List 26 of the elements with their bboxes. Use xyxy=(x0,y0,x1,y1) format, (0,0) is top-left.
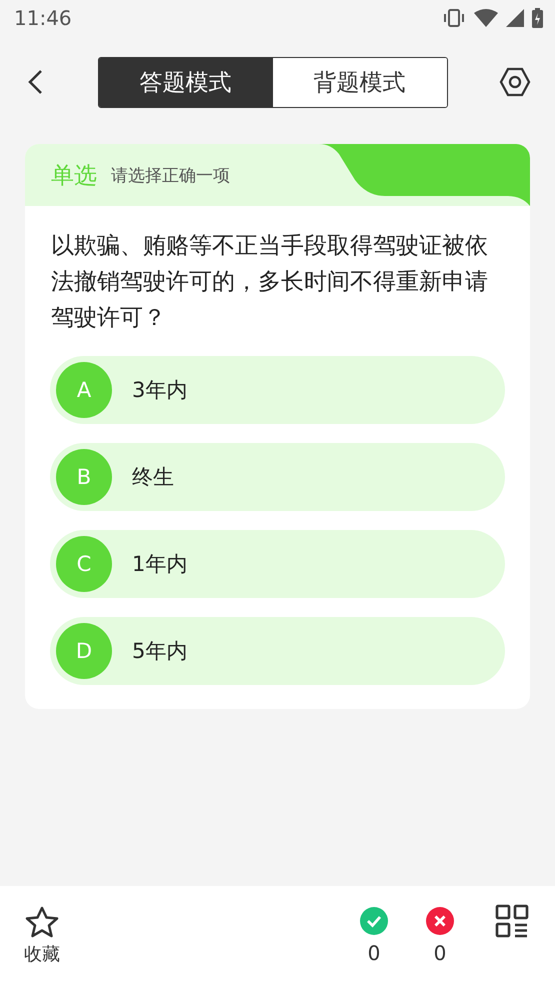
battery-icon xyxy=(532,8,543,28)
question-hint: 请选择正确一项 xyxy=(111,164,230,186)
question-type: 单选 xyxy=(51,162,97,190)
status-time: 11:46 xyxy=(14,6,72,30)
correct-count: 0 xyxy=(368,941,380,965)
wifi-icon xyxy=(474,9,498,27)
signal-icon xyxy=(506,9,524,27)
correct-icon xyxy=(360,907,388,935)
wrong-icon xyxy=(426,907,454,935)
question-text: 以欺骗、贿赂等不正当手段取得驾驶证被依法撤销驾驶许可的，多长时间不得重新申请驾驶许可？ xyxy=(50,232,489,333)
answer-option[interactable]: B 终生 xyxy=(50,443,505,511)
option-letter: D xyxy=(56,623,112,679)
option-letter: B xyxy=(56,449,112,505)
answer-option[interactable]: C 1年内 xyxy=(50,530,505,598)
answer-option[interactable]: D 5年内 xyxy=(50,617,505,685)
mode-tab[interactable]: 答题模式 xyxy=(98,58,272,106)
star-icon xyxy=(25,906,59,938)
settings-icon xyxy=(499,66,531,98)
option-letter: C xyxy=(56,536,112,592)
answer-option[interactable]: A 3年内 xyxy=(50,356,505,424)
grid-icon xyxy=(495,904,529,938)
vibrate-icon xyxy=(442,9,466,27)
mode-tab[interactable]: 背题模式 xyxy=(272,58,446,106)
favorite-button[interactable]: 收藏 xyxy=(24,906,60,966)
option-letter: A xyxy=(56,362,112,418)
wrong-count: 0 xyxy=(434,941,446,965)
